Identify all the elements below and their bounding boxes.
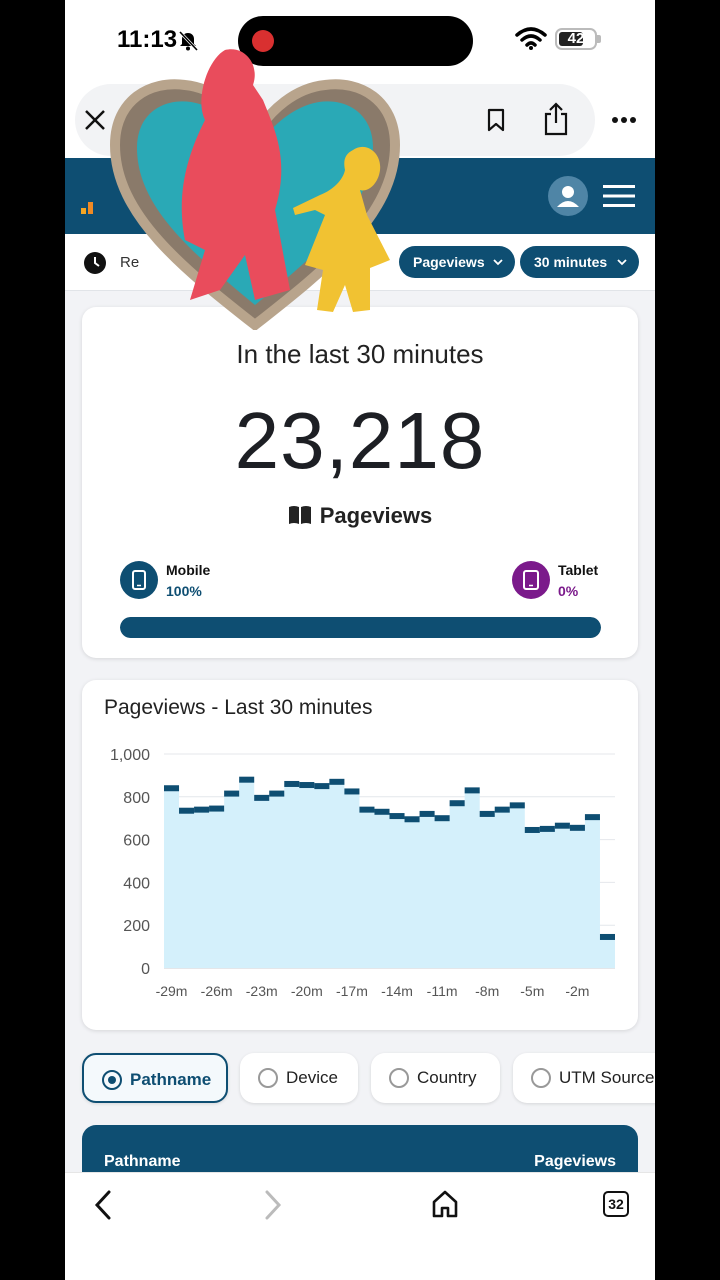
mobile-label: Mobile [166, 562, 211, 578]
chart-data-step [329, 778, 345, 785]
mobile-percent: 100% [166, 583, 202, 599]
chart-data-step [194, 806, 210, 813]
tab-device[interactable]: Device [240, 1053, 358, 1103]
chart-data-step [464, 787, 480, 794]
chart-data-step [344, 788, 360, 795]
chart-y-tick-label: 200 [123, 918, 150, 935]
share-icon[interactable] [542, 102, 570, 136]
browser-bottom-bar: 32 [65, 1172, 655, 1280]
chart-data-step [494, 806, 510, 813]
summary-metric-label: Pageviews [319, 503, 433, 528]
tablet-percent: 0% [558, 583, 579, 599]
book-icon [288, 506, 311, 524]
chart-x-tick-label: -17m [336, 983, 368, 999]
chart-x-tick-label: -23m [246, 983, 278, 999]
tab-device-label: Device [286, 1068, 338, 1087]
chart-x-tick-label: -11m [427, 983, 458, 999]
tab-pathname[interactable]: Pathname [82, 1053, 228, 1103]
forward-arrow-icon[interactable] [263, 1189, 283, 1221]
chart-y-tick-label: 0 [141, 961, 150, 978]
home-icon[interactable] [431, 1189, 459, 1219]
chart-data-step [554, 822, 570, 829]
mother-child-heart-sticker [109, 49, 401, 330]
pageviews-chart-card: Pageviews - Last 30 minutes 0 200 400 600 80… [82, 680, 638, 1030]
chart-x-tick-label: -8m [475, 983, 499, 999]
column-header-pathname[interactable]: Pathname [104, 1153, 180, 1171]
tab-utm-source-label: UTM Source [559, 1068, 655, 1087]
chart-data-step [284, 780, 300, 787]
chart-data-step [449, 800, 465, 807]
chart-data-step [524, 826, 540, 833]
chart-data-step [509, 802, 525, 809]
phone-screen: 11:13 42 Re Pageviews 30 minutes In the … [65, 0, 655, 1280]
chart-data-step [539, 825, 555, 832]
chart-data-step [224, 790, 240, 797]
chart-data-step [299, 782, 315, 789]
chart-data-step [239, 776, 255, 783]
hamburger-menu-icon[interactable] [603, 184, 635, 208]
tablet-label: Tablet [558, 562, 599, 578]
chart-data-step [209, 805, 225, 812]
chart-data-step [359, 806, 375, 813]
chart-data-step [584, 814, 600, 821]
tab-count-button[interactable]: 32 [603, 1191, 629, 1217]
chart-area-fill [164, 779, 615, 968]
chart-data-step [569, 824, 585, 831]
chart-data-step [404, 816, 420, 823]
summary-title: In the last 30 minutes [236, 339, 484, 369]
radio-selected-icon [102, 1070, 122, 1090]
chart-x-tick-label: -20m [291, 983, 323, 999]
summary-metric: Pageviews [82, 503, 638, 529]
chart-data-step [434, 815, 450, 822]
wifi-icon [515, 27, 547, 50]
chart-x-tick-label: -26m [201, 983, 233, 999]
metric-dropdown-label: Pageviews [413, 254, 485, 270]
chart-data-step [599, 933, 615, 940]
chart-data-step [179, 807, 195, 814]
chart-data-step [254, 794, 270, 801]
chart-data-step [389, 813, 405, 820]
chart-x-tick-label: -2m [565, 983, 589, 999]
chart-data-step [419, 810, 435, 817]
chart-x-tick-label: -14m [381, 983, 413, 999]
tab-pathname-label: Pathname [130, 1070, 212, 1089]
user-avatar-icon[interactable] [548, 176, 588, 216]
chevron-down-icon [617, 259, 627, 266]
chart-data-step [269, 790, 285, 797]
chart-data-step [374, 808, 390, 815]
chart-data-step [479, 810, 495, 817]
column-header-pageviews[interactable]: Pageviews [534, 1153, 616, 1171]
bookmark-icon[interactable] [487, 108, 505, 132]
dimension-tabs: Pathname Device Country UTM Source [65, 1053, 655, 1103]
chevron-down-icon [493, 259, 503, 266]
chart-y-tick-label: 400 [123, 875, 150, 892]
back-arrow-icon[interactable] [93, 1189, 113, 1221]
mobile-share-fill [120, 617, 601, 638]
chart-x-tick-label: -5m [520, 983, 544, 999]
chart-y-tick-label: 1,000 [110, 747, 150, 764]
radio-icon [531, 1068, 551, 1088]
pageviews-chart: 0 200 400 600 800 1,000 -29m -26m -23m -20m -17m -1… [110, 747, 615, 999]
chart-x-tick-label: -29m [156, 983, 188, 999]
battery-icon: 42 [555, 28, 597, 50]
mobile-icon [120, 561, 158, 599]
chart-y-tick-label: 800 [123, 790, 150, 807]
tab-utm-source[interactable]: UTM Source [513, 1053, 655, 1103]
radio-icon [258, 1068, 278, 1088]
chart-y-tick-label: 600 [123, 833, 150, 850]
radio-icon [389, 1068, 409, 1088]
tablet-icon [512, 561, 550, 599]
range-dropdown[interactable]: 30 minutes [520, 246, 639, 278]
more-icon[interactable] [611, 116, 637, 124]
tab-country[interactable]: Country [371, 1053, 500, 1103]
device-share-bar [120, 617, 601, 638]
chart-data-step [164, 785, 180, 792]
metric-dropdown[interactable]: Pageviews [399, 246, 515, 278]
battery-level: 42 [567, 30, 585, 47]
tab-country-label: Country [417, 1068, 477, 1087]
summary-card: In the last 30 minutes 23,218 Pageviews … [82, 307, 638, 658]
chart-data-step [314, 783, 330, 790]
pageviews-total: 23,218 [234, 396, 486, 485]
range-dropdown-label: 30 minutes [534, 254, 608, 270]
